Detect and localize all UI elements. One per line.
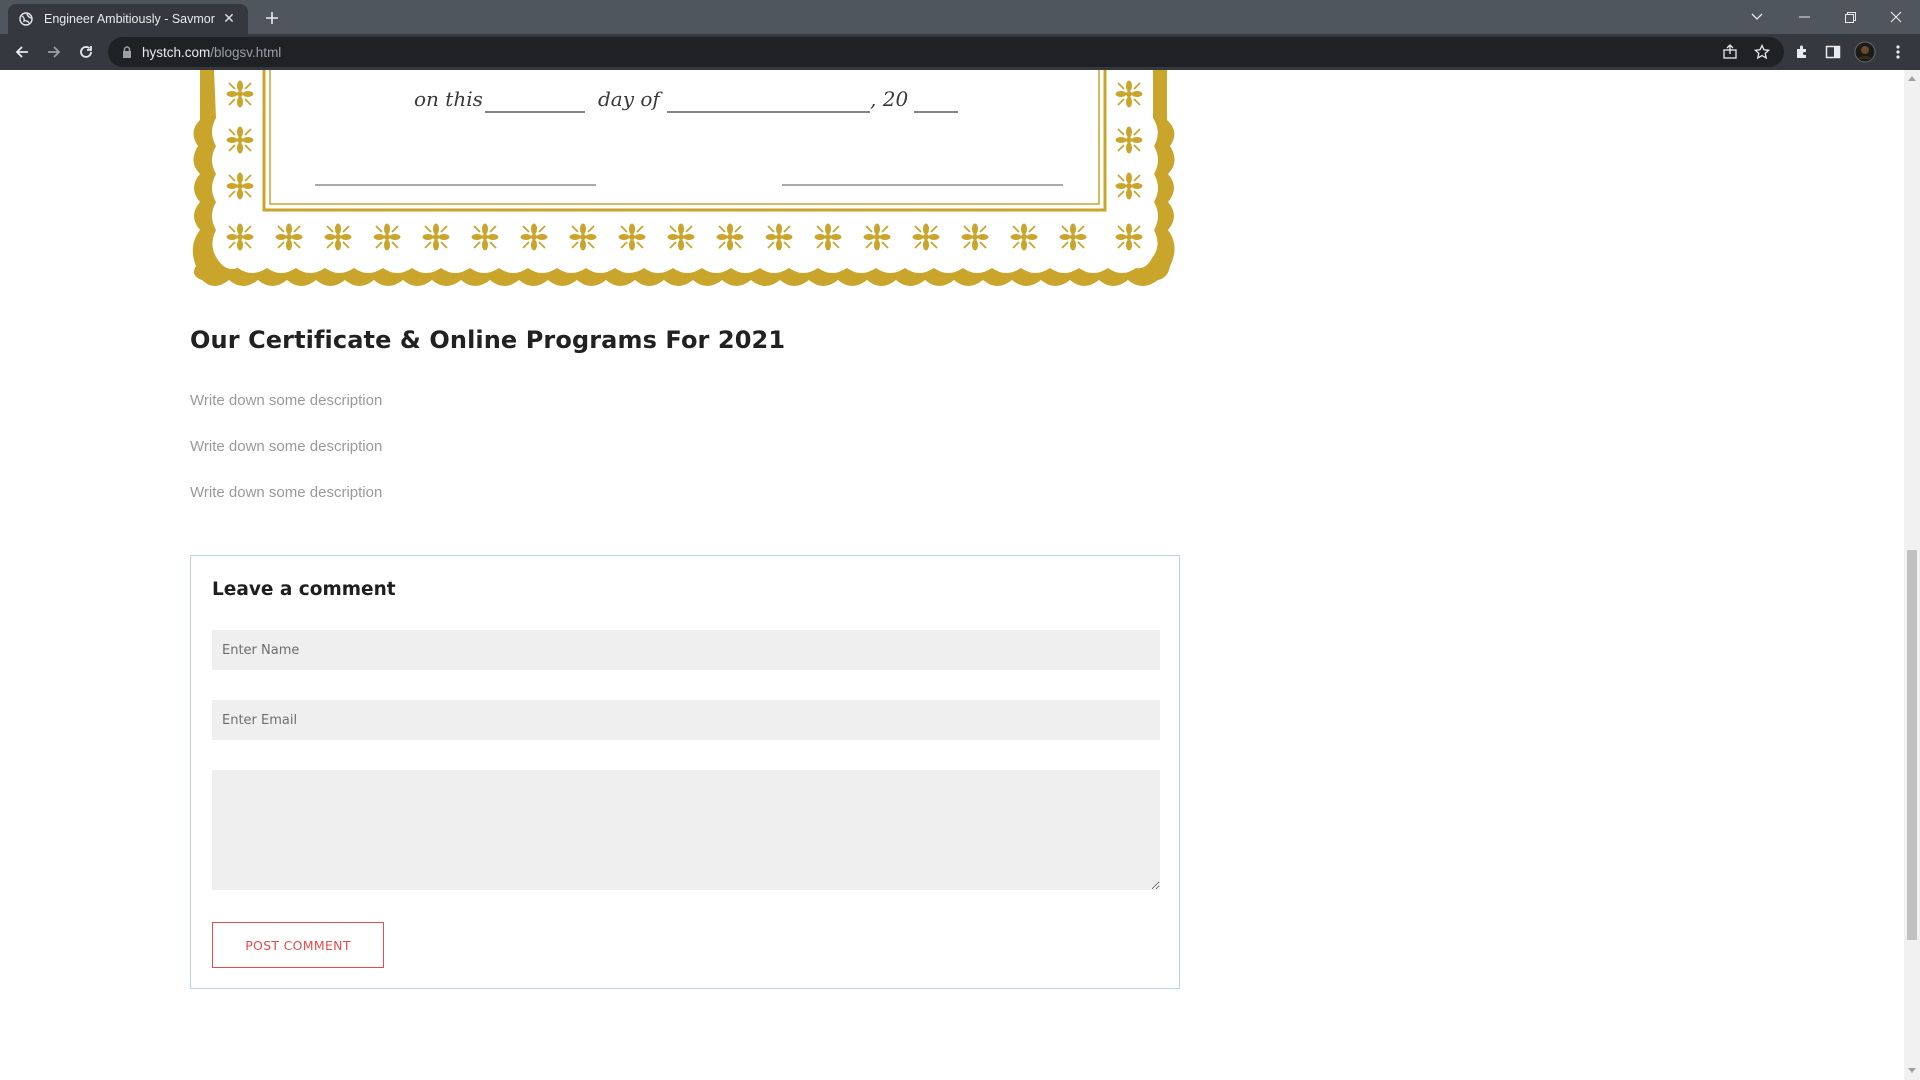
post-description: Write down some description (190, 392, 383, 409)
scrollbar-thumb[interactable] (1907, 550, 1917, 940)
minimize-icon[interactable] (1781, 0, 1827, 34)
email-input[interactable] (212, 700, 1160, 740)
side-panel-icon[interactable] (1821, 40, 1845, 64)
post-description: Write down some description (190, 438, 383, 455)
name-input[interactable] (212, 630, 1160, 670)
reload-icon[interactable] (72, 38, 100, 66)
comment-textarea[interactable] (212, 770, 1160, 890)
scroll-down-icon[interactable] (1908, 1068, 1916, 1073)
post-heading: Our Certificate & Online Programs For 20… (190, 326, 786, 354)
certificate-image: on this day of , 20 (192, 70, 1175, 286)
scroll-up-icon[interactable] (1908, 76, 1916, 81)
forward-icon[interactable] (40, 38, 68, 66)
browser-tab[interactable]: Engineer Ambitiously - Savmor ✕ (8, 4, 248, 34)
chevron-down-icon[interactable] (1734, 0, 1780, 34)
plus-icon[interactable] (260, 6, 284, 30)
extensions-icon[interactable] (1790, 40, 1814, 64)
post-description: Write down some description (190, 484, 383, 501)
url-path: /blogsv.html (210, 44, 282, 60)
tab-title: Engineer Ambitiously - Savmor (44, 12, 215, 26)
address-bar[interactable]: hystch.com/blogsv.html (108, 37, 1784, 67)
page-viewport: on this day of , 20 Our Certificate & On… (0, 70, 1904, 1080)
close-icon[interactable]: ✕ (220, 11, 238, 27)
url-text: hystch.com/blogsv.html (142, 45, 281, 60)
url-host: hystch.com (142, 44, 211, 60)
page-scrollbar[interactable] (1904, 70, 1920, 1080)
post-comment-button[interactable]: POST COMMENT (212, 922, 384, 968)
certificate-on-this-text: on this (414, 87, 483, 111)
more-icon[interactable] (1886, 40, 1910, 64)
star-icon[interactable] (1750, 40, 1774, 64)
browser-tab-strip: Engineer Ambitiously - Savmor ✕ (0, 0, 1920, 34)
back-icon[interactable] (8, 38, 36, 66)
share-icon[interactable] (1718, 40, 1742, 64)
globe-icon (18, 11, 34, 27)
avatar[interactable] (1853, 40, 1877, 64)
certificate-year-text: , 20 (870, 87, 908, 111)
restore-icon[interactable] (1827, 0, 1873, 34)
close-icon[interactable] (1873, 0, 1919, 34)
certificate-day-of-text: day of (598, 87, 663, 111)
lock-icon[interactable] (122, 43, 132, 62)
comment-form-title: Leave a comment (212, 579, 396, 600)
comment-form: Leave a comment POST COMMENT (190, 555, 1180, 989)
browser-toolbar: hystch.com/blogsv.html (0, 34, 1920, 70)
